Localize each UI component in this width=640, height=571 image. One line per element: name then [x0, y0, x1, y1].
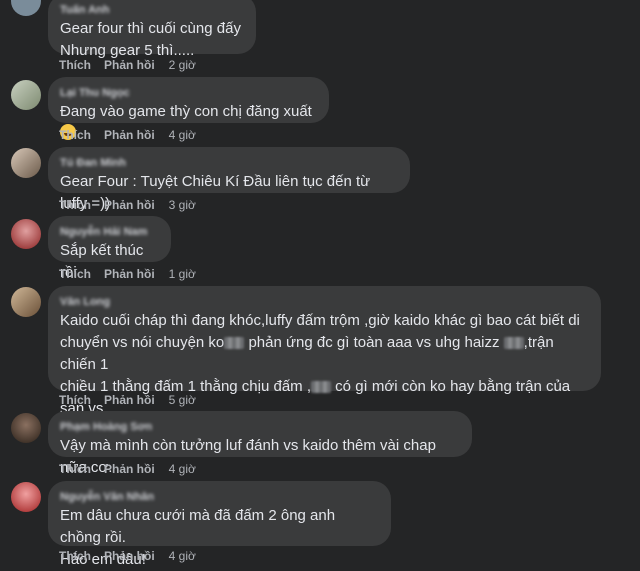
reply-button[interactable]: Phản hồi	[104, 267, 155, 281]
like-button[interactable]: Thích	[59, 198, 91, 212]
comment-text: Gear four thì cuối cùng đấy	[60, 20, 241, 37]
comment-bubble: Nguyễn Văn Nhân Em dâu chưa cưới mà đã đ…	[48, 481, 391, 568]
like-button[interactable]: Thích	[59, 549, 91, 563]
comment-text-content: phản ứng đc gì toàn aaa vs uhg haizz	[244, 334, 504, 351]
comment-bubble: Văn Long Kaido cuối cháp thì đang khóc,l…	[48, 286, 601, 439]
like-button[interactable]: Thích	[59, 267, 91, 281]
comment-text-content: Đang vào game thỳ con chị đăng xuất	[60, 103, 312, 120]
censored-text	[224, 337, 245, 350]
comment-text: Em dâu chưa cưới mà đã đấm 2 ông anh chồ…	[60, 507, 340, 546]
author-name[interactable]: Tú Đan Minh	[60, 156, 126, 170]
reply-button[interactable]: Phản hồi	[104, 128, 155, 142]
avatar[interactable]	[11, 148, 41, 178]
censored-text	[311, 381, 332, 394]
comment-actions: Thích Phản hồi 4 giờ	[59, 128, 196, 142]
comment-bubble: Tú Đan Minh Gear Four : Tuyệt Chiêu Kí Đ…	[48, 147, 410, 212]
like-button[interactable]: Thích	[59, 462, 91, 476]
comment-timestamp[interactable]: 4 giờ	[169, 462, 196, 476]
reply-button[interactable]: Phản hồi	[104, 549, 155, 563]
comment-timestamp[interactable]: 1 giờ	[169, 267, 196, 281]
comment-bubble: Tuấn Anh Gear four thì cuối cùng đấy Như…	[48, 0, 256, 59]
comment-actions: Thích Phản hồi 1 giờ	[59, 267, 196, 281]
comment-actions: Thích Phản hồi 3 giờ	[59, 198, 196, 212]
comment-text-content: chuyển vs nói chuyện ko	[60, 334, 225, 351]
comment-actions: Thích Phản hồi 5 giờ	[59, 393, 196, 407]
avatar[interactable]	[11, 413, 41, 443]
comment-timestamp[interactable]: 4 giờ	[169, 549, 196, 563]
avatar[interactable]	[11, 482, 41, 512]
reply-button[interactable]: Phản hồi	[104, 393, 155, 407]
comment-text: chuyển vs nói chuyện ko phản ứng đc gì t…	[60, 332, 589, 376]
avatar[interactable]	[11, 80, 41, 110]
author-name[interactable]: Nguyễn Hải Nam	[60, 225, 147, 239]
avatar[interactable]	[11, 0, 41, 16]
comment-timestamp[interactable]: 2 giờ	[169, 58, 196, 72]
reply-button[interactable]: Phản hồi	[104, 462, 155, 476]
comment-actions: Thích Phản hồi 2 giờ	[59, 58, 196, 72]
avatar[interactable]	[11, 287, 41, 317]
comment-actions: Thích Phản hồi 4 giờ	[59, 549, 196, 563]
like-button[interactable]: Thích	[59, 393, 91, 407]
comment-bubble: Nguyễn Hải Nam Sắp kết thúc rồi	[48, 216, 171, 281]
comment-bubble: Phạm Hoàng Sơn Vậy mà mình còn tưởng luf…	[48, 411, 472, 476]
comment-text: Kaido cuối cháp thì đang khóc,luffy đấm …	[60, 312, 580, 329]
like-button[interactable]: Thích	[59, 58, 91, 72]
author-name[interactable]: Nguyễn Văn Nhân	[60, 490, 154, 504]
comment-timestamp[interactable]: 5 giờ	[169, 393, 196, 407]
author-name[interactable]: Văn Long	[60, 295, 110, 309]
like-button[interactable]: Thích	[59, 128, 91, 142]
comment-timestamp[interactable]: 3 giờ	[169, 198, 196, 212]
reply-button[interactable]: Phản hồi	[104, 198, 155, 212]
avatar[interactable]	[11, 219, 41, 249]
comment-bubble: Lại Thu Ngọc Đang vào game thỳ con chị đ…	[48, 77, 329, 140]
author-name[interactable]: Tuấn Anh	[60, 3, 110, 17]
author-name[interactable]: Lại Thu Ngọc	[60, 86, 130, 100]
comment-timestamp[interactable]: 4 giờ	[169, 128, 196, 142]
censored-text	[503, 337, 524, 350]
comment-actions: Thích Phản hồi 4 giờ	[59, 462, 196, 476]
author-name[interactable]: Phạm Hoàng Sơn	[60, 420, 152, 434]
reply-button[interactable]: Phản hồi	[104, 58, 155, 72]
